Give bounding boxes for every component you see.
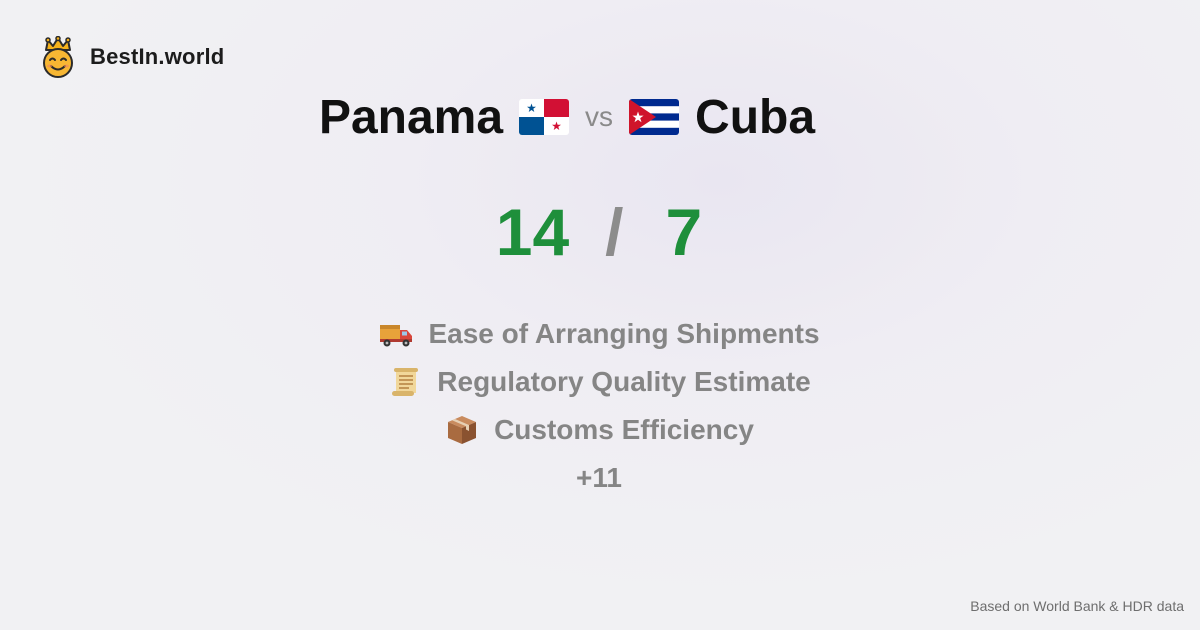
- metric-item: Regulatory Quality Estimate: [0, 358, 1198, 406]
- score-separator: /: [605, 195, 624, 269]
- cuba-flag-icon: [629, 99, 680, 135]
- crowned-smiley-icon: [38, 35, 78, 78]
- brand-name: BestIn.world: [90, 44, 225, 69]
- metric-label: Ease of Arranging Shipments: [428, 318, 820, 349]
- brand[interactable]: BestIn.world: [38, 35, 225, 78]
- more-metrics-count: +11: [576, 462, 622, 493]
- right-country-name: Cuba: [695, 90, 816, 144]
- metric-label: Customs Efficiency: [494, 414, 754, 445]
- metric-item: Customs Efficiency: [0, 406, 1198, 454]
- delivery-truck-icon: [378, 318, 414, 350]
- metric-label: Regulatory Quality Estimate: [437, 366, 811, 397]
- scroll-icon: [387, 366, 423, 398]
- right-score: 7: [665, 195, 703, 269]
- vs-label: vs: [585, 101, 614, 132]
- metric-item: Ease of Arranging Shipments: [0, 310, 1198, 358]
- data-source-note: Based on World Bank & HDR data: [970, 598, 1184, 614]
- comparison-title: Panama vs Cuba: [0, 86, 1134, 148]
- metrics-list: Ease of Arranging Shipments Regulatory Q…: [0, 310, 1198, 502]
- panama-flag-icon: [519, 99, 570, 135]
- score: 14 / 7: [0, 194, 1198, 270]
- left-country-name: Panama: [318, 90, 504, 144]
- left-score: 14: [495, 195, 570, 269]
- package-icon: [444, 414, 480, 446]
